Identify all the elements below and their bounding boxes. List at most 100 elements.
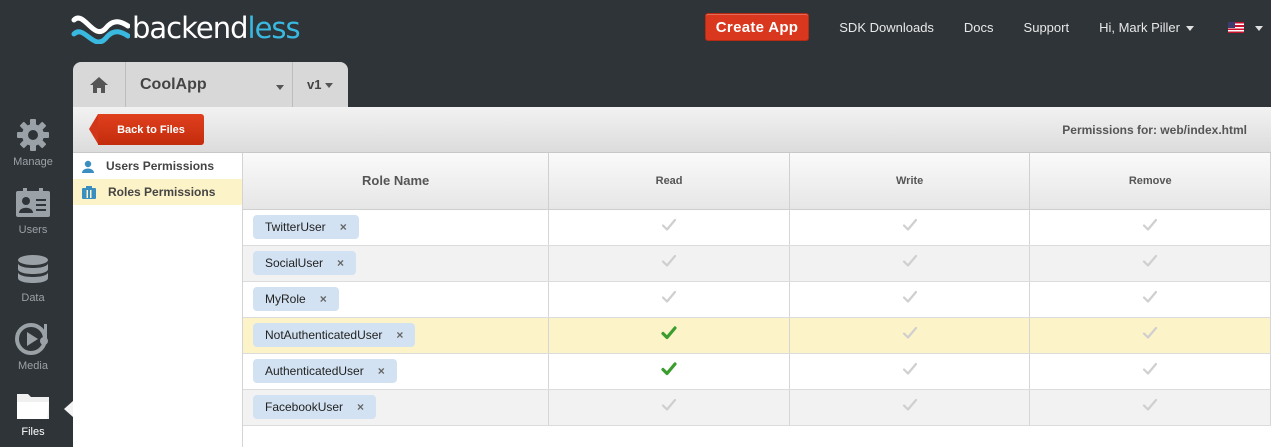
user-icon [82,160,94,173]
write-permission-cell[interactable] [789,389,1031,426]
remove-permission-cell[interactable] [1029,389,1271,426]
docs-link[interactable]: Docs [964,20,994,35]
sidebar-item-files[interactable]: Files [0,390,66,447]
column-header-remove[interactable]: Remove [1029,153,1271,210]
table-row: AuthenticatedUser × [243,353,1271,390]
checkmark-icon [902,326,917,339]
remove-role-icon[interactable]: × [320,292,327,306]
checkmark-icon [661,398,677,411]
media-icon [15,323,48,355]
read-permission-cell[interactable] [548,317,790,354]
chevron-down-icon [1186,25,1194,31]
chevron-down-icon [325,83,334,88]
sidebar-item-users[interactable]: Users [0,186,66,254]
role-name-cell: TwitterUser × [243,209,550,246]
database-icon [18,255,48,283]
remove-permission-cell[interactable] [1029,281,1271,318]
role-chip[interactable]: NotAuthenticatedUser × [253,323,416,347]
role-chip[interactable]: TwitterUser × [253,215,359,239]
column-header-role-name[interactable]: Role Name [243,153,550,210]
roles-permissions-item[interactable]: Roles Permissions [73,179,242,205]
sdk-downloads-link[interactable]: SDK Downloads [839,20,934,35]
checkmark-icon [1143,290,1158,303]
checkmark-icon [661,290,677,303]
remove-permission-cell[interactable] [1029,209,1271,246]
panel-header: Back to Files Permissions for: web/index… [73,107,1271,153]
table-row: NotAuthenticatedUser × [243,317,1271,354]
role-name: NotAuthenticatedUser [265,328,383,342]
role-name: FacebookUser [265,400,344,414]
language-selector[interactable] [1228,21,1263,33]
user-name: Hi, Mark Piller [1099,19,1180,35]
checkmark-icon [1143,254,1158,267]
sidebar-item-label: Files [21,426,45,438]
read-permission-cell[interactable] [548,209,790,246]
checkmark-icon [902,398,917,411]
remove-role-icon[interactable]: × [396,328,403,342]
remove-role-icon[interactable]: × [337,256,344,270]
sidebar-item-label: Users [18,224,48,236]
permissions-nav: Users Permissions Roles Permissions [73,153,243,447]
sidebar: Manage Users Data Media Files [0,118,66,447]
role-chip[interactable]: AuthenticatedUser × [253,359,397,383]
checkmark-icon [661,254,677,267]
roles-permissions-label: Roles Permissions [108,185,216,199]
folder-icon [17,394,49,419]
role-chip[interactable]: SocialUser × [253,251,357,275]
home-icon [90,76,108,93]
write-permission-cell[interactable] [789,353,1031,390]
read-permission-cell[interactable] [548,389,790,426]
back-to-files-button[interactable]: Back to Files [89,114,204,145]
sidebar-item-label: Data [21,292,45,304]
checkmark-icon [1143,398,1158,411]
main-panel: Back to Files Permissions for: web/index… [73,107,1271,447]
create-app-button[interactable]: Create App [704,13,810,41]
role-chip[interactable]: MyRole × [253,287,339,311]
role-name-cell: MyRole × [243,281,550,318]
support-link[interactable]: Support [1024,20,1070,35]
sidebar-item-data[interactable]: Data [0,254,66,322]
remove-permission-cell[interactable] [1029,353,1271,390]
checkmark-icon [661,325,677,339]
write-permission-cell[interactable] [789,245,1031,282]
column-header-read[interactable]: Read [548,153,790,210]
remove-permission-cell[interactable] [1029,317,1271,354]
table-row: TwitterUser × [243,209,1271,246]
write-permission-cell[interactable] [789,317,1031,354]
write-permission-cell[interactable] [789,209,1031,246]
role-name-cell: SocialUser × [243,245,550,282]
remove-role-icon[interactable]: × [340,220,347,234]
version-label: v1 [307,77,322,92]
role-chip[interactable]: FacebookUser × [253,395,377,419]
sidebar-item-media[interactable]: Media [0,322,66,390]
us-flag-icon [1228,21,1244,33]
role-name-cell: FacebookUser × [243,389,550,426]
checkmark-icon [902,218,917,231]
checkmark-icon [661,361,677,375]
version-selector[interactable]: v1 [293,62,348,107]
logo-text: backendless [132,11,301,45]
checkmark-icon [902,290,917,303]
active-indicator-arrow [64,401,73,417]
read-permission-cell[interactable] [548,353,790,390]
sidebar-item-manage[interactable]: Manage [0,118,66,186]
remove-permission-cell[interactable] [1029,245,1271,282]
table-body: TwitterUser × SocialUser × MyRole × NotAuthent… [243,209,1271,426]
checkmark-icon [661,218,677,231]
permissions-for-label: Permissions for: web/index.html [1062,123,1247,137]
read-permission-cell[interactable] [548,245,790,282]
users-permissions-label: Users Permissions [106,159,215,173]
read-permission-cell[interactable] [548,281,790,318]
app-selector[interactable]: CoolApp [126,62,293,107]
home-tab[interactable] [73,62,126,107]
remove-role-icon[interactable]: × [378,364,385,378]
user-menu[interactable]: Hi, Mark Piller [1099,20,1194,35]
logo-text-backend: backend [132,11,249,45]
backendless-logo[interactable]: backendless [70,11,301,45]
role-name-cell: NotAuthenticatedUser × [243,317,550,354]
column-header-write[interactable]: Write [789,153,1031,210]
remove-role-icon[interactable]: × [357,400,364,414]
write-permission-cell[interactable] [789,281,1031,318]
users-permissions-item[interactable]: Users Permissions [73,153,242,179]
role-name: TwitterUser [265,220,326,234]
